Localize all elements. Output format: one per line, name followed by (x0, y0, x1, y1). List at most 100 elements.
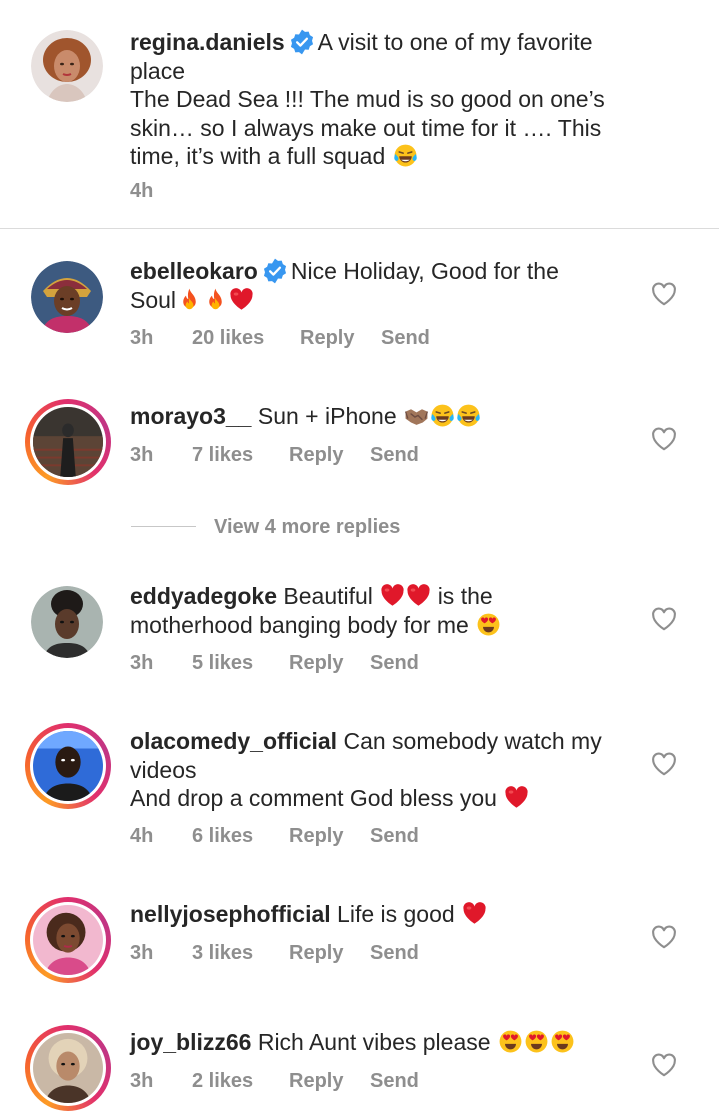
comment-body: Life is good (337, 901, 455, 927)
verified-badge-icon (262, 258, 288, 284)
send-button[interactable]: Send (370, 444, 419, 467)
caption-divider (0, 228, 719, 229)
caption-line-4: skin… so I always make out time for it …… (130, 114, 602, 141)
tears-of-joy-icon (430, 403, 455, 428)
likes-count[interactable]: 3 likes (192, 942, 289, 965)
avatar-morayo3[interactable] (25, 399, 111, 485)
caption-line-3: The Dead Sea !!! The mud is so good on o… (130, 86, 605, 112)
comment-body: Rich Aunt vibes please (257, 1029, 491, 1055)
avatar-eddyadegoke[interactable] (31, 586, 103, 658)
send-button[interactable]: Send (370, 1070, 419, 1093)
comment-meta: 3h 3 likes Reply Send (130, 942, 419, 965)
reply-button[interactable]: Reply (300, 327, 381, 350)
comment-body: Sun + iPhone (257, 403, 397, 429)
comment-time: 3h (130, 327, 154, 349)
avatar-image (33, 731, 103, 801)
comment-meta: 3h 20 likes Reply Send (130, 327, 430, 350)
tears-of-joy-icon (456, 403, 481, 428)
handshake-icon (404, 403, 429, 428)
comment-body-line-1: Can somebody watch my (343, 728, 602, 754)
likes-count[interactable]: 20 likes (192, 327, 300, 350)
replies-line (131, 526, 196, 527)
red-heart-icon (380, 583, 405, 608)
caption-meta: 4h (130, 180, 153, 203)
reply-button[interactable]: Reply (289, 825, 370, 848)
comment-username[interactable]: nellyjosephofficial (130, 901, 331, 927)
fire-icon (177, 287, 202, 312)
caption-line-2: place (130, 57, 185, 84)
avatar-olacomedy-official[interactable] (25, 723, 111, 809)
comment-body-line-1b: is the (437, 583, 493, 609)
avatar-nellyjosephofficial[interactable] (25, 897, 111, 983)
red-heart-icon (229, 287, 254, 312)
view-more-replies-button[interactable]: View 4 more replies (214, 516, 400, 539)
comment-body-line-2: videos (130, 756, 197, 783)
avatar-image (33, 905, 103, 975)
likes-count[interactable]: 2 likes (192, 1070, 289, 1093)
comment-time: 4h (130, 825, 154, 847)
reply-button[interactable]: Reply (289, 942, 370, 965)
avatar-image (31, 261, 103, 333)
red-heart-icon (504, 785, 529, 810)
comment-time: 3h (130, 1070, 154, 1092)
comment-text: ebelleokaro Nice Holiday, Good for the So… (130, 257, 630, 314)
send-button[interactable]: Send (381, 327, 430, 350)
comment-username[interactable]: morayo3__ (130, 403, 251, 429)
comment-time: 3h (130, 652, 154, 674)
story-ring (30, 728, 106, 804)
comment-username[interactable]: joy_blizz66 (130, 1029, 251, 1055)
comment-meta: 4h 6 likes Reply Send (130, 825, 419, 848)
red-heart-icon (462, 901, 487, 926)
comment-username[interactable]: eddyadegoke (130, 583, 277, 609)
heart-eyes-icon (498, 1029, 523, 1054)
like-heart-icon[interactable] (651, 752, 677, 776)
like-heart-icon[interactable] (651, 427, 677, 451)
likes-count[interactable]: 5 likes (192, 652, 289, 675)
reply-button[interactable]: Reply (289, 444, 370, 467)
comment-time: 3h (130, 444, 154, 466)
story-ring (30, 902, 106, 978)
reply-button[interactable]: Reply (289, 1070, 370, 1093)
like-heart-icon[interactable] (651, 607, 677, 631)
comment-meta: 3h 2 likes Reply Send (130, 1070, 419, 1093)
story-ring (30, 404, 106, 480)
caption-line-1: A visit to one of my favorite (317, 29, 593, 55)
send-button[interactable]: Send (370, 825, 419, 848)
caption-username[interactable]: regina.daniels (130, 29, 285, 55)
comment-text: joy_blizz66 Rich Aunt vibes please (130, 1028, 630, 1057)
comment-text: morayo3__ Sun + iPhone (130, 402, 630, 431)
avatar-image (33, 407, 103, 477)
comment-username[interactable]: ebelleokaro (130, 258, 258, 284)
likes-count[interactable]: 6 likes (192, 825, 289, 848)
fire-icon (203, 287, 228, 312)
heart-eyes-icon (524, 1029, 549, 1054)
avatar-joy-blizz66[interactable] (25, 1025, 111, 1111)
comment-text: olacomedy_official Can somebody watch my… (130, 727, 630, 813)
like-heart-icon[interactable] (651, 925, 677, 949)
heart-eyes-icon (476, 612, 501, 637)
verified-badge-icon (289, 29, 315, 55)
comment-text: eddyadegoke Beautiful is the motherhood … (130, 582, 630, 639)
send-button[interactable]: Send (370, 942, 419, 965)
caption-line-5: time, it’s with a full squad (130, 143, 386, 169)
comment-meta: 3h 5 likes Reply Send (130, 652, 419, 675)
avatar-regina-daniels[interactable] (31, 30, 103, 102)
comment-time: 3h (130, 942, 154, 964)
comment-username[interactable]: olacomedy_official (130, 728, 337, 754)
like-heart-icon[interactable] (651, 282, 677, 306)
avatar-image (33, 1033, 103, 1103)
comment-body-line-2: motherhood banging body for me (130, 611, 469, 638)
comment-body-line-2: Soul (130, 286, 177, 313)
comment-body-line-3: And drop a comment God bless you (130, 785, 497, 811)
red-heart-icon (406, 583, 431, 608)
avatar-ebelleokaro[interactable] (31, 261, 103, 333)
comment-body-line-1: Nice Holiday, Good for the (290, 258, 559, 284)
caption-text: regina.daniels A visit to one of my favor… (130, 28, 690, 171)
send-button[interactable]: Send (370, 652, 419, 675)
comment-body-line-1a: Beautiful (283, 583, 373, 609)
likes-count[interactable]: 7 likes (192, 444, 289, 467)
reply-button[interactable]: Reply (289, 652, 370, 675)
like-heart-icon[interactable] (651, 1053, 677, 1077)
avatar-image (31, 30, 103, 102)
tears-of-joy-icon (393, 143, 418, 168)
